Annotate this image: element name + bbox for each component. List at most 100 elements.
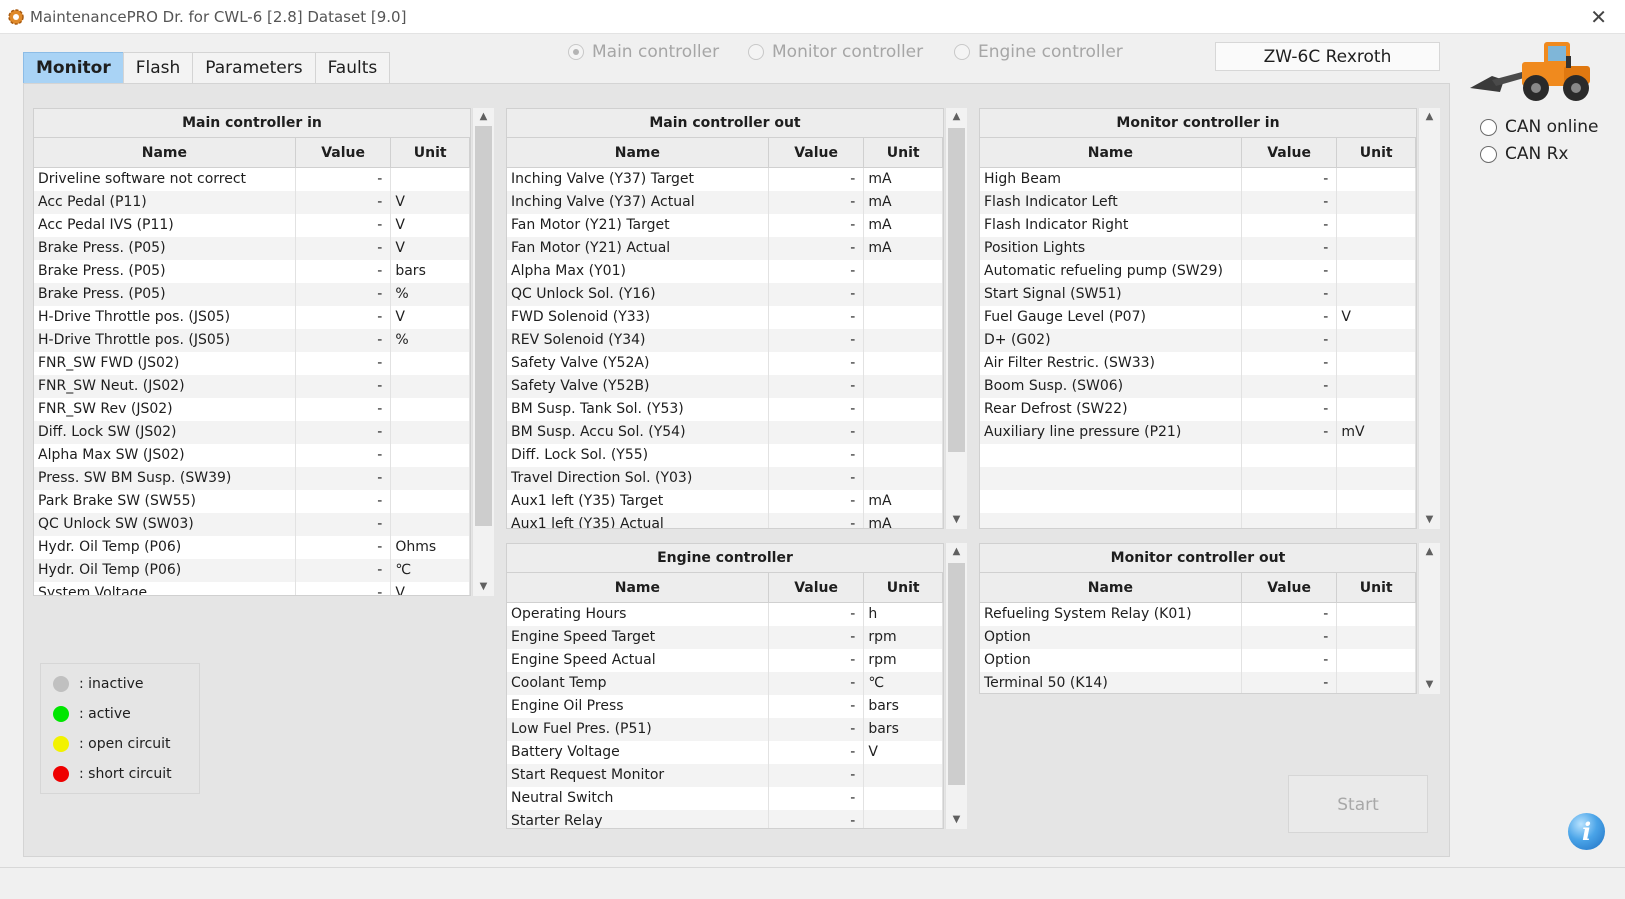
engine-controller-radio[interactable]: Engine controller [954, 42, 1123, 62]
column-header-unit[interactable]: Unit [864, 138, 943, 167]
can-rx-radio[interactable]: CAN Rx [1480, 144, 1569, 164]
scroll-down-icon[interactable]: ▼ [1419, 511, 1440, 529]
table-row[interactable]: Alpha Max (Y01) - [507, 260, 943, 283]
table-row[interactable] [980, 513, 1416, 528]
monitor-out-scrollbar[interactable]: ▲ ▼ [1418, 543, 1440, 694]
table-row[interactable]: Travel Direction Sol. (Y03) - [507, 467, 943, 490]
table-row[interactable]: Alpha Max SW (JS02) - [34, 444, 470, 467]
column-header-name[interactable]: Name [507, 573, 769, 602]
column-header-value[interactable]: Value [769, 138, 865, 167]
scroll-down-icon[interactable]: ▼ [1419, 676, 1440, 694]
table-row[interactable]: Aux1 left (Y35) Target - mA [507, 490, 943, 513]
table-row[interactable]: Engine Speed Actual - rpm [507, 649, 943, 672]
table-row[interactable]: QC Unlock SW (SW03) - [34, 513, 470, 536]
table-row[interactable]: Engine Oil Press - bars [507, 695, 943, 718]
scroll-thumb[interactable] [948, 563, 965, 785]
column-header-name[interactable]: Name [980, 138, 1242, 167]
column-header-value[interactable]: Value [769, 573, 865, 602]
table-row[interactable]: BM Susp. Tank Sol. (Y53) - [507, 398, 943, 421]
monitor-in-scrollbar[interactable]: ▲ ▼ [1418, 108, 1440, 529]
table-row[interactable]: Safety Valve (Y52A) - [507, 352, 943, 375]
table-row[interactable]: Diff. Lock Sol. (Y55) - [507, 444, 943, 467]
tab-monitor[interactable]: Monitor [23, 52, 124, 83]
column-header-name[interactable]: Name [507, 138, 769, 167]
scroll-up-icon[interactable]: ▲ [473, 108, 494, 126]
table-row[interactable]: Boom Susp. (SW06) - [980, 375, 1416, 398]
column-header-unit[interactable]: Unit [391, 138, 470, 167]
table-row[interactable]: Inching Valve (Y37) Actual - mA [507, 191, 943, 214]
scroll-thumb[interactable] [948, 128, 965, 452]
table-row[interactable]: QC Unlock Sol. (Y16) - [507, 283, 943, 306]
table-row[interactable]: Option - [980, 626, 1416, 649]
table-row[interactable] [980, 490, 1416, 513]
table-row[interactable]: Position Lights - [980, 237, 1416, 260]
table-row[interactable]: Battery Voltage - V [507, 741, 943, 764]
table-row[interactable]: Acc Pedal IVS (P11) - V [34, 214, 470, 237]
table-row[interactable]: Diff. Lock SW (JS02) - [34, 421, 470, 444]
table-row[interactable]: Automatic refueling pump (SW29) - [980, 260, 1416, 283]
table-row[interactable]: Refueling System Relay (K01) - [980, 603, 1416, 626]
column-header-name[interactable]: Name [980, 573, 1242, 602]
table-row[interactable]: Brake Press. (P05) - V [34, 237, 470, 260]
table-row[interactable]: FWD Solenoid (Y33) - [507, 306, 943, 329]
scroll-up-icon[interactable]: ▲ [946, 108, 967, 126]
scroll-down-icon[interactable]: ▼ [473, 578, 494, 596]
table-row[interactable]: Aux1 left (Y35) Actual - mA [507, 513, 943, 528]
table-row[interactable]: FNR_SW Rev (JS02) - [34, 398, 470, 421]
table-row[interactable] [980, 444, 1416, 467]
scroll-up-icon[interactable]: ▲ [1419, 543, 1440, 561]
scroll-up-icon[interactable]: ▲ [946, 543, 967, 561]
table-row[interactable]: Air Filter Restric. (SW33) - [980, 352, 1416, 375]
table-row[interactable]: REV Solenoid (Y34) - [507, 329, 943, 352]
table-row[interactable]: Fan Motor (Y21) Target - mA [507, 214, 943, 237]
table-row[interactable]: Coolant Temp - ℃ [507, 672, 943, 695]
column-header-unit[interactable]: Unit [864, 573, 943, 602]
table-row[interactable]: Operating Hours - h [507, 603, 943, 626]
table-row[interactable] [980, 467, 1416, 490]
tab-faults[interactable]: Faults [314, 52, 391, 83]
table-row[interactable]: Press. SW BM Susp. (SW39) - [34, 467, 470, 490]
main-in-scrollbar[interactable]: ▲ ▼ [472, 108, 494, 596]
table-row[interactable]: Neutral Switch - [507, 787, 943, 810]
table-row[interactable]: H-Drive Throttle pos. (JS05) - V [34, 306, 470, 329]
table-row[interactable]: Terminal 50 (K14) - [980, 672, 1416, 693]
scroll-down-icon[interactable]: ▼ [946, 511, 967, 529]
table-row[interactable]: Start Signal (SW51) - [980, 283, 1416, 306]
scroll-thumb[interactable] [475, 126, 492, 526]
table-row[interactable]: Auxiliary line pressure (P21) - mV [980, 421, 1416, 444]
column-header-unit[interactable]: Unit [1337, 138, 1416, 167]
table-row[interactable]: Fan Motor (Y21) Actual - mA [507, 237, 943, 260]
table-row[interactable]: Flash Indicator Right - [980, 214, 1416, 237]
column-header-value[interactable]: Value [1242, 138, 1338, 167]
table-row[interactable]: H-Drive Throttle pos. (JS05) -% [34, 329, 470, 352]
start-button[interactable]: Start [1288, 775, 1428, 833]
scroll-up-icon[interactable]: ▲ [1419, 108, 1440, 126]
column-header-value[interactable]: Value [296, 138, 392, 167]
table-row[interactable]: Brake Press. (P05) -% [34, 283, 470, 306]
table-row[interactable]: Hydr. Oil Temp (P06) - ℃ [34, 559, 470, 582]
table-row[interactable]: FNR_SW FWD (JS02) - [34, 352, 470, 375]
tab-parameters[interactable]: Parameters [192, 52, 316, 83]
monitor-controller-radio[interactable]: Monitor controller [748, 42, 923, 62]
table-row[interactable]: High Beam - [980, 168, 1416, 191]
column-header-unit[interactable]: Unit [1337, 573, 1416, 602]
table-row[interactable]: Park Brake SW (SW55) - [34, 490, 470, 513]
main-controller-radio[interactable]: Main controller [568, 42, 719, 62]
table-row[interactable]: BM Susp. Accu Sol. (Y54) - [507, 421, 943, 444]
table-row[interactable]: Fuel Gauge Level (P07) - V [980, 306, 1416, 329]
engine-scrollbar[interactable]: ▲ ▼ [945, 543, 967, 829]
table-row[interactable]: FNR_SW Neut. (JS02) - [34, 375, 470, 398]
table-row[interactable]: Option - [980, 649, 1416, 672]
table-row[interactable]: Driveline software not correct - [34, 168, 470, 191]
column-header-value[interactable]: Value [1242, 573, 1338, 602]
info-icon[interactable]: i [1568, 813, 1605, 850]
main-out-scrollbar[interactable]: ▲ ▼ [945, 108, 967, 529]
table-row[interactable]: Engine Speed Target - rpm [507, 626, 943, 649]
table-row[interactable]: Hydr. Oil Temp (P06) - Ohms [34, 536, 470, 559]
scroll-down-icon[interactable]: ▼ [946, 811, 967, 829]
close-icon[interactable]: ✕ [1590, 5, 1607, 29]
table-row[interactable]: Brake Press. (P05) - bars [34, 260, 470, 283]
table-row[interactable]: Flash Indicator Left - [980, 191, 1416, 214]
table-row[interactable]: Safety Valve (Y52B) - [507, 375, 943, 398]
can-online-radio[interactable]: CAN online [1480, 117, 1598, 137]
